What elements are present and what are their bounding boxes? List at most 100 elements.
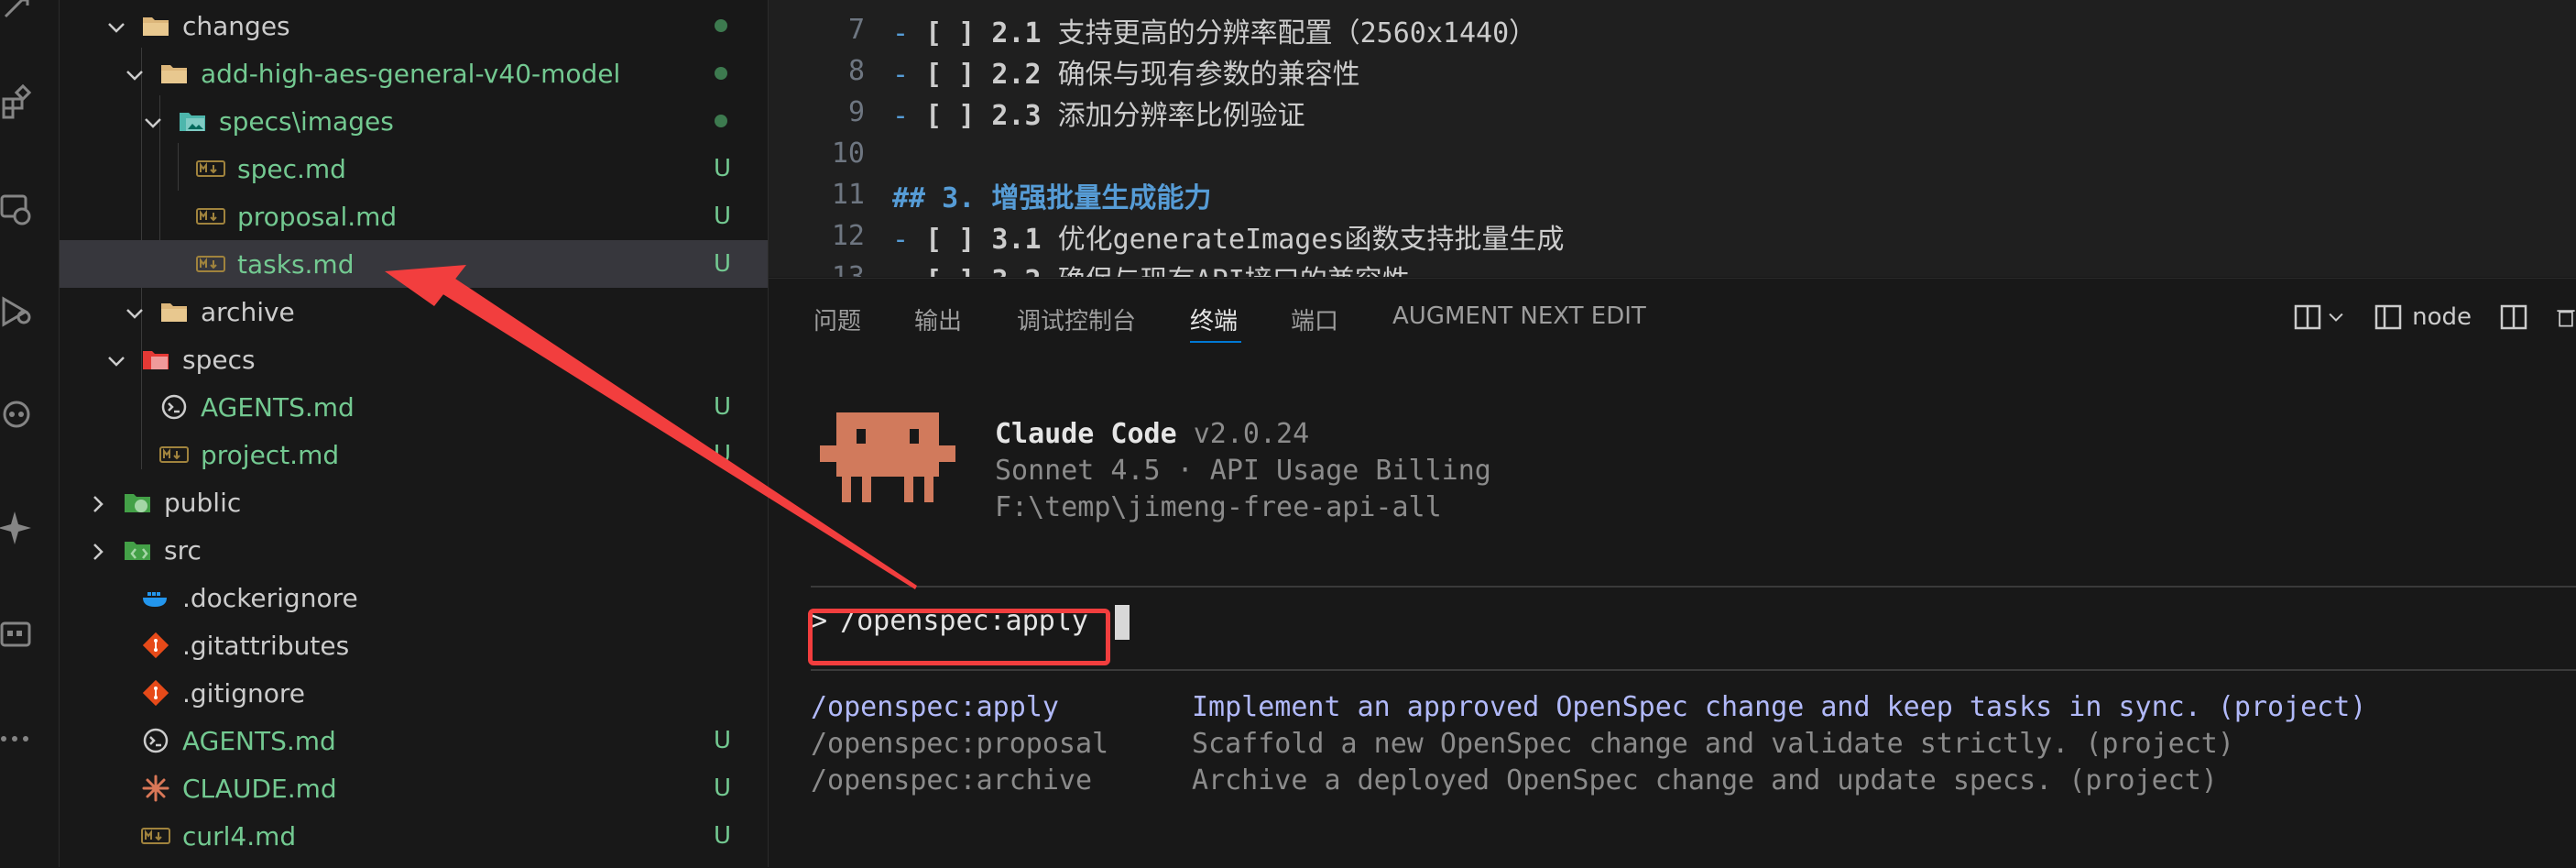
agents-icon [158,391,190,423]
panel-tab[interactable]: AUGMENT NEXT EDIT [1392,302,1646,330]
split-pane-button[interactable] [2499,302,2528,332]
markdown-icon [195,201,226,232]
explorer-item-label: AGENTS.md [182,725,336,756]
explorer-item-label: specs\images [219,105,394,137]
explorer-item[interactable]: .dockerignore [60,574,768,621]
more-icon[interactable] [0,720,37,757]
extensions-icon[interactable] [0,83,37,121]
explorer-item-label: AGENTS.md [201,391,355,423]
git-status-badge: U [713,203,731,230]
code-text: - [ ] 2.2 确保与现有参数的兼容性 [892,58,1360,91]
chevron-down-icon [2329,313,2343,322]
terminal-panel-icon[interactable] [0,616,37,653]
line-number: 9 [847,96,865,128]
git-status-badge: U [713,441,731,468]
code-line: 9 - [ ] 2.3 添加分辨率比例验证 [769,92,1305,133]
panel-tab[interactable]: 问题 [813,302,861,336]
explorer-item[interactable]: specs\images [60,97,768,145]
git-status-badge: U [713,727,731,754]
explorer-item[interactable]: curl4.md U [60,812,768,860]
explorer-icon[interactable] [0,0,37,26]
markdown-icon [158,439,190,470]
trash-icon [2557,310,2575,327]
suggestion-command: /openspec:proposal [811,728,1109,760]
code-line: 13- [ ] 3.2 确保与现有API接口的兼容性 [769,257,1410,277]
split-icon [2500,304,2527,330]
panel-tab[interactable]: 调试控制台 [1017,302,1136,336]
copilot-icon[interactable] [0,396,37,433]
explorer-item[interactable]: CLAUDE.md U [60,764,768,812]
app-title: Claude Code v2.0.24 [995,418,1309,450]
terminal-layout-icon [2374,304,2402,330]
code-line: 8 - [ ] 2.2 确保与现有参数的兼容性 [769,50,1360,92]
chevron-right-icon[interactable] [87,491,109,513]
explorer-item[interactable]: .gitignore [60,669,768,717]
explorer-item[interactable]: public [60,478,768,526]
code-text: - [ ] 3.1 优化generateImages函数支持批量生成 [892,223,1565,256]
explorer-item-label: add-high-aes-general-v40-model [201,58,621,89]
explorer-item[interactable]: project.md U [60,431,768,478]
chevron-down-icon[interactable] [124,62,146,84]
chevron-down-icon[interactable] [105,348,127,370]
explorer-item[interactable]: .gitattributes [60,621,768,669]
chevron-down-icon[interactable] [142,110,164,132]
kill-terminal-button[interactable] [2556,302,2576,332]
sparkle-icon[interactable] [0,510,37,546]
panel-tabs: node 问题 输出 调试控制台 终端 端口 AUGMENT NEXT EDIT [769,279,2576,359]
explorer-item-label: .dockerignore [182,582,358,613]
code-editor[interactable]: 7 - [ ] 2.1 支持更高的分辨率配置（2560x1440） 8 - [ ] 2… [769,0,2576,277]
explorer-item-label: spec.md [237,153,346,184]
panel-actions: node [2293,299,2576,335]
app-name: Claude Code [995,418,1177,450]
panel-tab[interactable]: 端口 [1291,302,1338,336]
explorer-item[interactable]: AGENTS.md U [60,383,768,431]
line-number: 11 [831,179,865,211]
explorer-item[interactable]: spec.md U [60,145,768,192]
explorer-item[interactable]: archive [60,288,768,335]
suggestion-row[interactable]: /openspec:archive Archive a deployed Open… [811,764,2218,797]
split-terminal-dropdown[interactable] [2293,302,2346,332]
modified-dot [715,19,727,32]
suggestion-description: Archive a deployed OpenSpec change and u… [1192,764,2218,797]
explorer-item[interactable]: proposal.md U [60,192,768,240]
docker-icon [140,582,171,613]
run-debug-icon[interactable] [0,291,37,328]
chevron-down-icon[interactable] [124,301,146,323]
text-cursor [1115,605,1130,640]
claude-icon [140,773,171,804]
input-top-divider [811,586,2576,588]
explorer-item[interactable]: add-high-aes-general-v40-model [60,49,768,97]
explorer-item[interactable]: tasks.md U [60,240,768,288]
explorer-item[interactable]: changes [60,2,768,49]
terminal-instance[interactable]: node [2374,302,2472,332]
remote-explorer-icon[interactable] [0,191,37,227]
git-status-badge: U [713,155,731,182]
suggestion-description: Implement an approved OpenSpec change an… [1192,691,2367,723]
activity-bar [0,0,60,867]
code-line: 11 ## 3. 增强批量生成能力 [769,174,1212,215]
explorer-item[interactable]: AGENTS.md U [60,717,768,764]
explorer-item[interactable]: src [60,526,768,574]
chevron-down-icon[interactable] [105,15,127,37]
modified-dot [715,115,727,127]
code-text: - [ ] 2.1 支持更高的分辨率配置（2560x1440） [892,16,1537,49]
explorer-item-label: .gitattributes [182,630,350,661]
line-number: 12 [831,220,865,252]
explorer-item-label: project.md [201,439,340,470]
suggestion-row[interactable]: /openspec:apply Implement an approved Ope… [811,691,2366,723]
panel-tab[interactable]: 输出 [914,302,962,336]
explorer-item[interactable]: specs [60,335,768,383]
code-text: - [ ] 3.2 确保与现有API接口的兼容性 [892,258,1410,278]
code-line: 10 [769,133,892,174]
panel-tab[interactable]: 终端 [1190,302,1238,336]
suggestion-row[interactable]: /openspec:proposal Scaffold a new OpenSpe… [811,728,2234,760]
code-text: - [ ] 2.3 添加分辨率比例验证 [892,99,1305,132]
chevron-right-icon[interactable] [87,539,109,561]
suggestion-description: Scaffold a new OpenSpec change and valid… [1192,728,2234,760]
line-number: 8 [847,55,865,87]
agents-icon [140,725,171,756]
